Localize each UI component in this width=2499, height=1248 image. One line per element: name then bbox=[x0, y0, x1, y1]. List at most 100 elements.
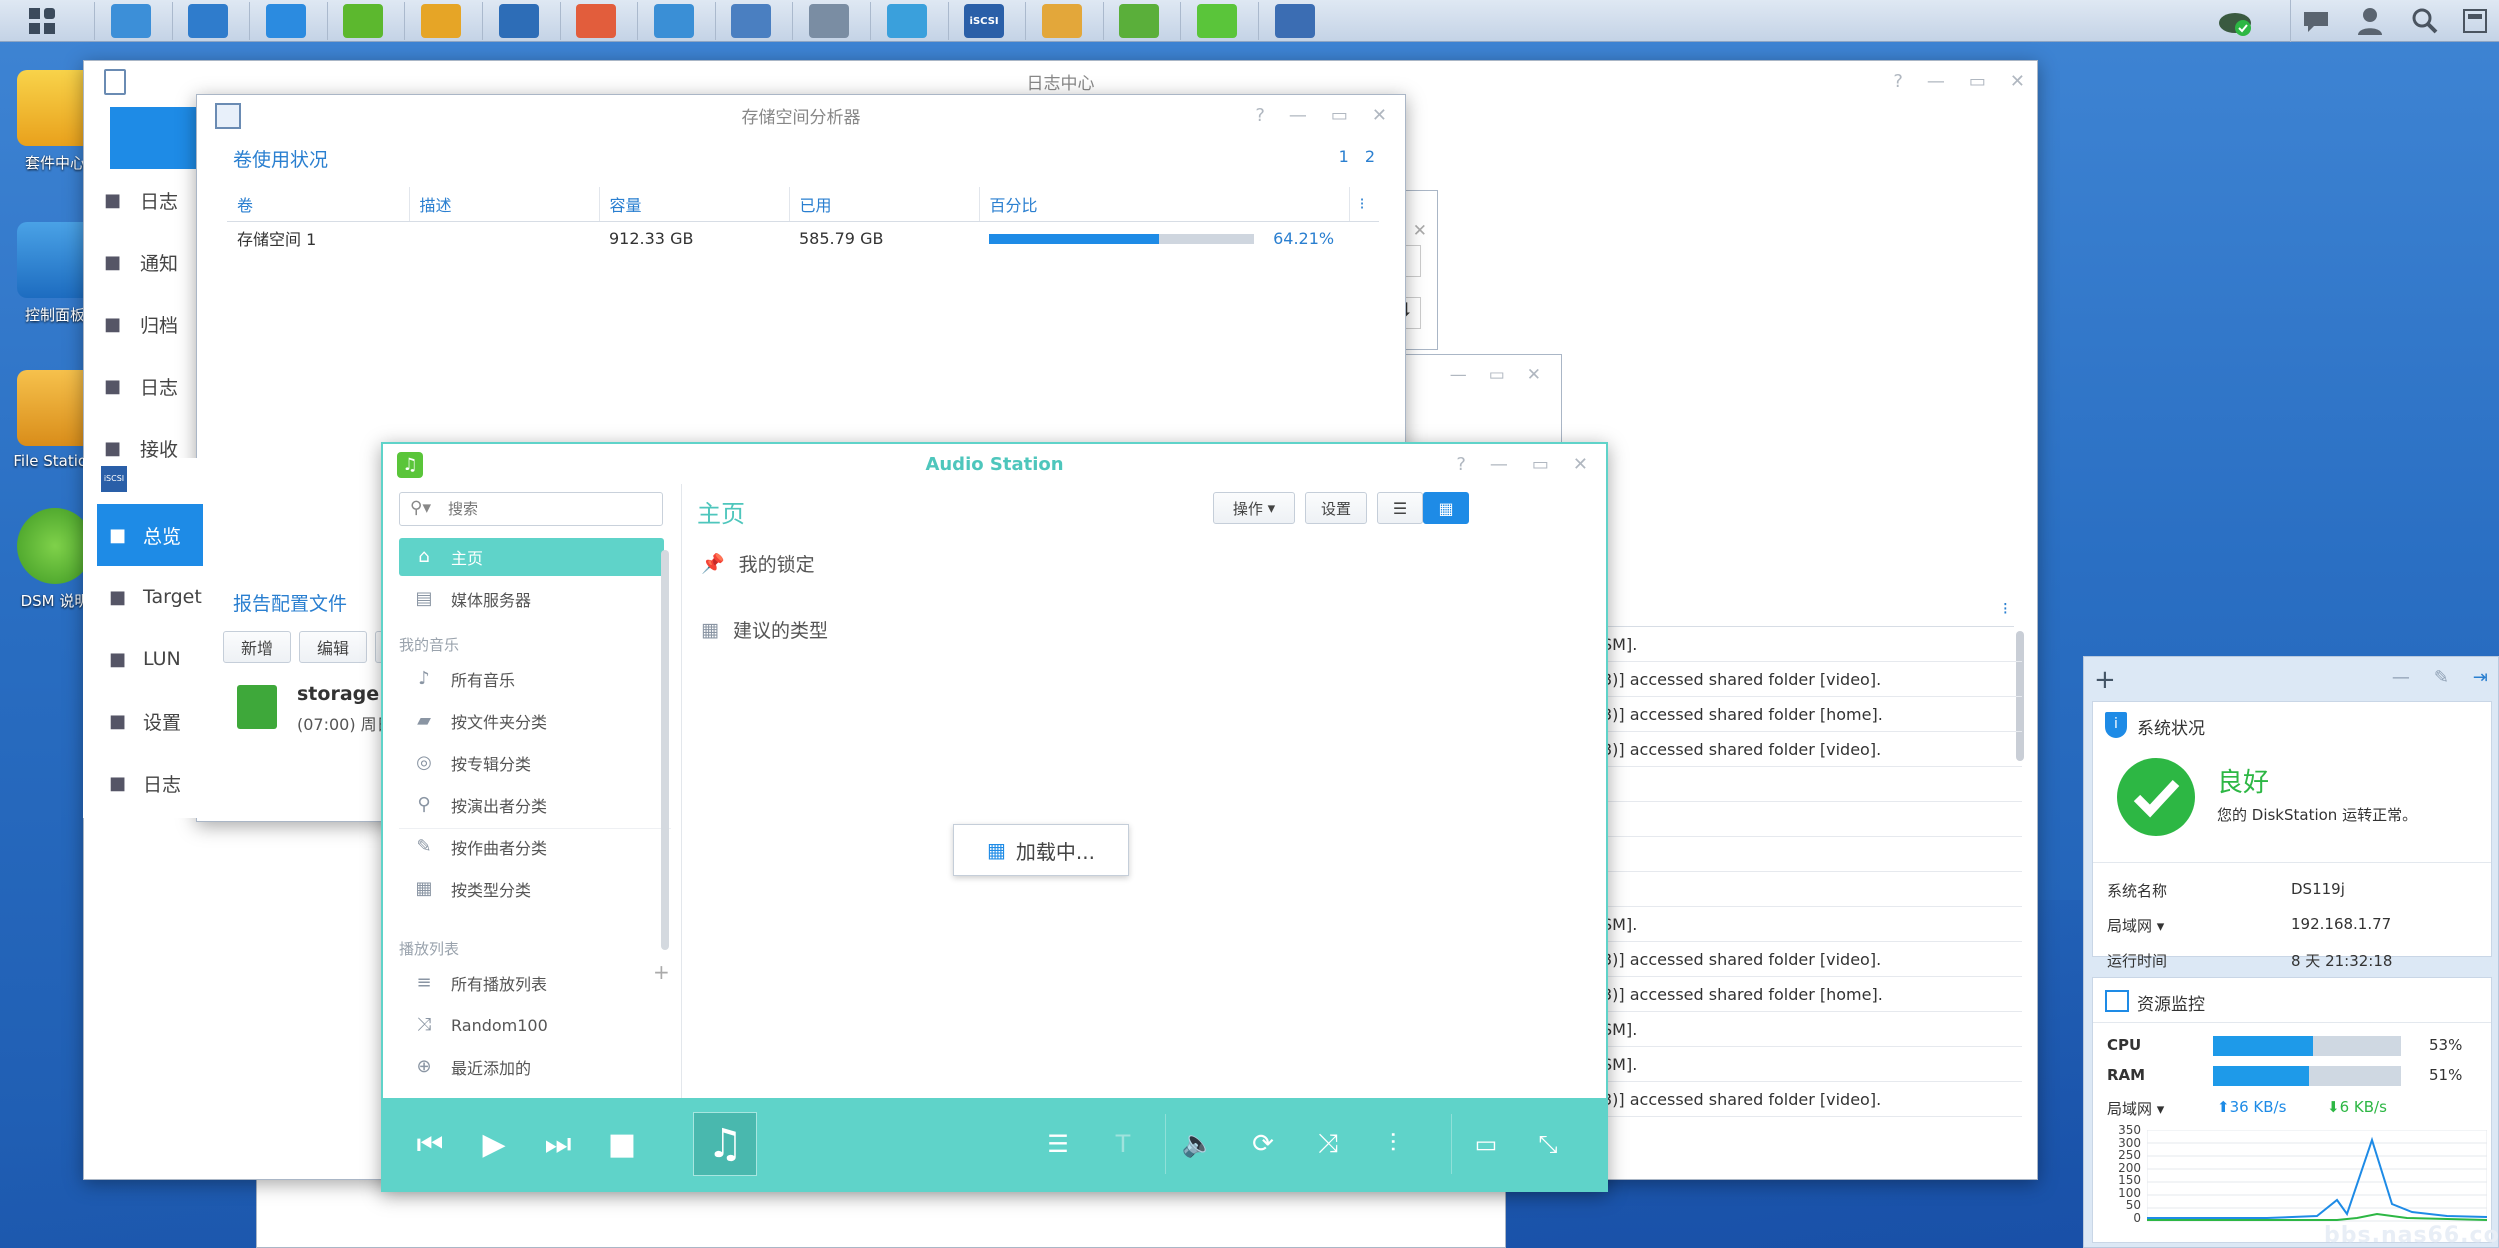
repeat-icon[interactable]: ⟳ bbox=[1238, 1098, 1288, 1190]
taskbar-app-button[interactable] bbox=[94, 2, 166, 40]
taskbar-app-button[interactable] bbox=[482, 2, 554, 40]
nav-item[interactable]: ♪ 所有音乐 bbox=[399, 660, 664, 698]
log-row[interactable]: SM]. bbox=[1602, 1012, 2022, 1047]
nav-item[interactable]: ≡ 所有播放列表 bbox=[399, 964, 664, 1002]
list-view-button[interactable]: ☰ bbox=[1377, 492, 1423, 524]
lan-label[interactable]: 局域网 ▾ bbox=[2107, 1098, 2164, 1119]
column-header[interactable]: 百分比 bbox=[979, 187, 1350, 222]
action-menu-button[interactable]: 操作 ▾ bbox=[1213, 492, 1295, 524]
nav-item[interactable]: ◎ 按专辑分类 bbox=[399, 744, 664, 782]
user-icon[interactable] bbox=[2345, 0, 2395, 42]
widgets-icon[interactable] bbox=[2450, 0, 2499, 42]
log-row[interactable] bbox=[1602, 872, 2022, 907]
close-button[interactable]: ✕ bbox=[2010, 71, 2025, 92]
info-key[interactable]: 局域网 ▾ bbox=[2107, 915, 2164, 936]
audio-station-window[interactable]: ♫ Audio Station ? — ▭ ✕ ⚲▾ ⌂ 主页 ▤ 媒体服务器我的音乐 ♪ 所有… bbox=[381, 442, 1608, 1192]
taskbar-app-button[interactable] bbox=[637, 2, 709, 40]
help-button[interactable]: ? bbox=[1893, 71, 1903, 92]
nav-item[interactable]: ⚲ 按演出者分类 bbox=[399, 786, 664, 824]
shuffle-icon[interactable]: ⤨ bbox=[1303, 1098, 1353, 1190]
nav-item[interactable]: ⌂ 主页 bbox=[399, 538, 664, 576]
lyrics-icon[interactable]: T bbox=[1098, 1098, 1148, 1190]
close-button[interactable]: ✕ bbox=[1372, 105, 1387, 126]
log-row[interactable] bbox=[1602, 837, 2022, 872]
close-button[interactable]: ✕ bbox=[1527, 365, 1541, 385]
minimize-button[interactable]: — bbox=[1450, 365, 1467, 385]
table-row[interactable]: 存储空间 1 912.33 GB 585.79 GB 64.21% bbox=[227, 221, 1379, 255]
minimize-button[interactable]: — bbox=[1490, 454, 1508, 475]
close-button[interactable]: ✕ bbox=[1573, 454, 1588, 475]
maximize-button[interactable]: ▭ bbox=[1532, 454, 1549, 475]
taskbar-app-button[interactable] bbox=[1180, 2, 1252, 40]
log-row[interactable]: SM]. bbox=[1602, 907, 2022, 942]
log-row[interactable]: 3)] accessed shared folder [video]. bbox=[1602, 732, 2022, 767]
add-widget-icon[interactable]: + bbox=[2094, 665, 2116, 695]
sidebar-item[interactable]: ■ 日志 bbox=[104, 359, 210, 413]
log-row[interactable]: 3)] accessed shared folder [video]. bbox=[1602, 942, 2022, 977]
sidebar-item[interactable]: ■ 总览 bbox=[97, 508, 197, 562]
log-row[interactable]: SM]. bbox=[1602, 627, 2022, 662]
log-row[interactable]: SM]. bbox=[1602, 1047, 2022, 1082]
column-header[interactable]: 描述 bbox=[409, 187, 600, 222]
maximize-button[interactable]: ▭ bbox=[1331, 105, 1348, 126]
stream-device-icon[interactable]: ▭ bbox=[1461, 1098, 1511, 1190]
sidebar-item[interactable]: ■ 日志 bbox=[104, 173, 210, 227]
log-row[interactable]: 3)] accessed shared folder [home]. bbox=[1602, 977, 2022, 1012]
log-row[interactable] bbox=[1602, 767, 2022, 802]
previous-icon[interactable]: ⏮ bbox=[403, 1098, 457, 1190]
sidebar-item[interactable]: ■ 设置 bbox=[97, 694, 197, 748]
column-header[interactable]: 容量 bbox=[599, 187, 790, 222]
add-playlist-icon[interactable]: + bbox=[653, 960, 670, 984]
equalizer-icon[interactable]: ⫶ bbox=[1368, 1098, 1418, 1190]
edit-button[interactable]: 编辑 bbox=[299, 631, 367, 663]
sidebar-item[interactable]: ■ 归档 bbox=[104, 297, 210, 351]
help-button[interactable]: ? bbox=[1255, 105, 1265, 126]
mini-player-icon[interactable]: ⤡ bbox=[1523, 1098, 1573, 1190]
nav-item[interactable]: ✎ 按作曲者分类 bbox=[399, 828, 664, 866]
sidebar-item[interactable]: ■ LUN bbox=[97, 632, 197, 686]
new-button[interactable]: 新增 bbox=[223, 631, 291, 663]
suggested-section[interactable]: ▦ 建议的类型 bbox=[701, 616, 828, 643]
main-menu-button[interactable] bbox=[0, 0, 84, 42]
taskbar-app-button[interactable] bbox=[171, 2, 244, 40]
log-row[interactable]: 3)] accessed shared folder [home]. bbox=[1602, 697, 2022, 732]
log-row[interactable]: 3)] accessed shared folder [video]. bbox=[1602, 662, 2022, 697]
sidebar-item[interactable]: ■ 通知 bbox=[104, 235, 210, 289]
maximize-button[interactable]: ▭ bbox=[1489, 365, 1505, 385]
sidebar-item[interactable]: ■ Target bbox=[97, 570, 202, 624]
notification-icon[interactable] bbox=[2290, 0, 2340, 42]
next-icon[interactable]: ⏭ bbox=[531, 1098, 585, 1190]
taskbar-app-button[interactable] bbox=[1102, 2, 1175, 40]
search-icon[interactable] bbox=[2400, 0, 2450, 42]
minimize-button[interactable]: — bbox=[1289, 105, 1307, 126]
taskbar-app-button[interactable] bbox=[559, 2, 632, 40]
playlist-queue-icon[interactable]: ☰ bbox=[1033, 1098, 1083, 1190]
search-box[interactable]: ⚲▾ bbox=[399, 492, 663, 526]
column-menu-icon[interactable]: ⁝ bbox=[2003, 599, 2008, 619]
iscsi-manager-window[interactable]: iSCSI ■ 总览 ■ Target ■ LUN ■ 设置 ■ 日志 bbox=[83, 458, 203, 818]
log-row[interactable] bbox=[1602, 802, 2022, 837]
close-icon[interactable]: ✕ bbox=[1413, 221, 1427, 241]
search-input[interactable] bbox=[448, 497, 648, 521]
taskbar-app-button[interactable] bbox=[249, 2, 321, 40]
cloud-sync-icon[interactable] bbox=[2210, 0, 2260, 42]
settings-button[interactable]: 设置 bbox=[1305, 492, 1367, 524]
minimize-button[interactable]: — bbox=[2392, 667, 2410, 688]
volume-icon[interactable]: 🔈 bbox=[1173, 1098, 1223, 1190]
nav-item[interactable]: ⤨ Random100 bbox=[399, 1006, 664, 1044]
taskbar-app-button[interactable] bbox=[870, 2, 942, 40]
minimize-button[interactable]: — bbox=[1927, 71, 1945, 92]
nav-item[interactable]: ▤ 媒体服务器 bbox=[399, 580, 664, 618]
nav-item[interactable]: ▦ 按类型分类 bbox=[399, 870, 664, 908]
sidebar-scrollbar[interactable] bbox=[661, 550, 669, 950]
column-menu-icon[interactable]: ⁝ bbox=[1349, 187, 1379, 222]
maximize-button[interactable]: ▭ bbox=[1969, 71, 1986, 92]
taskbar-app-button[interactable] bbox=[714, 2, 787, 40]
taskbar-app-button[interactable] bbox=[1258, 2, 1330, 40]
taskbar-app-button[interactable] bbox=[792, 2, 864, 40]
column-header[interactable]: 已用 bbox=[789, 187, 980, 222]
page-link[interactable]: 2 bbox=[1365, 147, 1375, 166]
nav-item[interactable]: ▰ 按文件夹分类 bbox=[399, 702, 664, 740]
nav-item[interactable]: ⊕ 最近添加的 bbox=[399, 1048, 664, 1086]
stop-icon[interactable]: ■ bbox=[595, 1098, 649, 1190]
